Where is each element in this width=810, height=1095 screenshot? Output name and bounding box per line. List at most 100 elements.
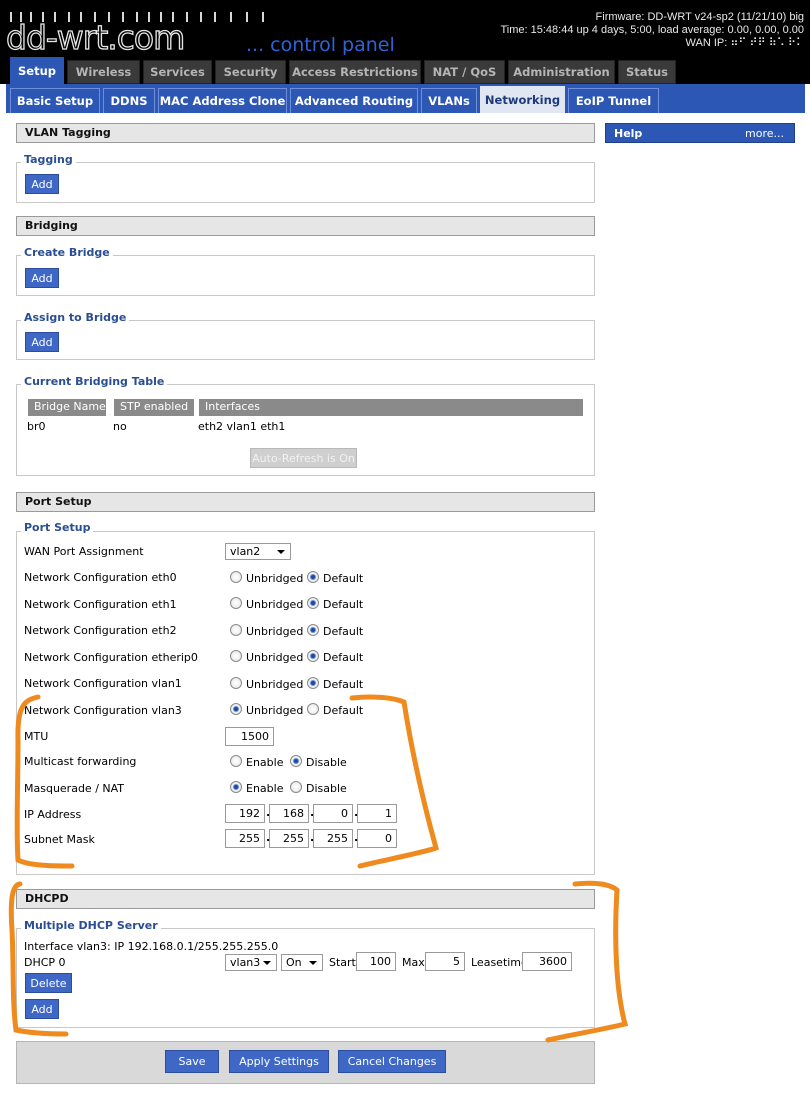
mask-octet-1-input[interactable]: 255: [225, 829, 265, 848]
subtab-networking[interactable]: Networking: [480, 86, 565, 113]
default-label: Default: [323, 651, 364, 664]
tab-access-restrictions[interactable]: Access Restrictions: [289, 60, 421, 84]
dhcpd-header: DHCPD: [16, 889, 595, 909]
mask-octet-3-input[interactable]: 255: [313, 829, 353, 848]
vlan3-default-radio[interactable]: [307, 703, 319, 715]
create-bridge-fieldset: [16, 255, 595, 296]
multicast-disable-radio[interactable]: [290, 755, 302, 767]
port-setup-header: Port Setup: [16, 492, 595, 512]
subtab-mac-address-clone[interactable]: MAC Address Clone: [158, 88, 287, 113]
subtab-advanced-routing[interactable]: Advanced Routing: [290, 88, 418, 113]
dhcp-delete-button[interactable]: Delete: [25, 973, 72, 993]
tab-setup[interactable]: Setup: [10, 57, 64, 84]
etherip0-unbridged-radio[interactable]: [230, 650, 242, 662]
create-bridge-legend: Create Bridge: [21, 246, 113, 259]
unbridged-label: Unbridged: [246, 598, 304, 611]
net-config-label: Network Configuration eth0: [24, 571, 177, 584]
etherip0-default-radio[interactable]: [307, 650, 319, 662]
port-setup-legend: Port Setup: [21, 521, 94, 534]
bridge-name-cell: br0: [27, 420, 46, 433]
dhcp-interface-select[interactable]: vlan3: [225, 954, 277, 971]
mtu-input[interactable]: 1500: [225, 727, 274, 746]
ip-octet-4-input[interactable]: 1: [357, 804, 397, 823]
mask-octet-4-input[interactable]: 0: [357, 829, 397, 848]
unbridged-label: Unbridged: [246, 572, 304, 585]
wan-ip-text: WAN IP: ⠶⠋ ⠞⠟ ⠷⠡ ⠗⠅: [685, 37, 804, 49]
col-bridge-name: Bridge Name: [28, 399, 108, 416]
wan-port-value: vlan2: [230, 545, 261, 558]
subtab-eoip-tunnel[interactable]: EoIP Tunnel: [568, 88, 659, 113]
unbridged-label: Unbridged: [246, 678, 304, 691]
eth1-default-radio[interactable]: [307, 597, 319, 609]
dhcp-start-input[interactable]: 100: [356, 952, 396, 971]
save-button[interactable]: Save: [165, 1050, 219, 1073]
wan-port-select[interactable]: vlan2: [225, 543, 291, 560]
ip-octet-3-input[interactable]: 0: [313, 804, 353, 823]
bridging-header: Bridging: [16, 216, 595, 236]
subtab-vlans[interactable]: VLANs: [421, 88, 477, 113]
masquerade-disable-radio[interactable]: [290, 781, 302, 793]
tab-wireless[interactable]: Wireless: [67, 60, 140, 84]
assign-bridge-add-button[interactable]: Add: [25, 332, 59, 352]
dhcp-max-input[interactable]: 5: [425, 952, 465, 971]
bridging-table-legend: Current Bridging Table: [21, 375, 168, 388]
uptime-text: Time: 15:48:44 up 4 days, 5:00, load ave…: [500, 24, 804, 36]
wan-port-label: WAN Port Assignment: [24, 545, 144, 558]
unbridged-label: Unbridged: [246, 704, 304, 717]
tab-status[interactable]: Status: [618, 60, 676, 84]
dhcp-max-label: Max: [402, 956, 425, 969]
tagging-add-button[interactable]: Add: [25, 174, 59, 194]
dhcp-start-label: Start: [329, 956, 356, 969]
dhcp-server-legend: Multiple DHCP Server: [21, 919, 161, 932]
chevron-down-icon: [263, 961, 271, 965]
disable-label: Disable: [306, 756, 347, 769]
apply-settings-button[interactable]: Apply Settings: [229, 1050, 329, 1073]
default-label: Default: [323, 678, 364, 691]
multicast-label: Multicast forwarding: [24, 755, 137, 768]
multicast-enable-radio[interactable]: [230, 755, 242, 767]
tab-nat-qos[interactable]: NAT / QoS: [424, 60, 505, 84]
net-config-label: Network Configuration vlan1: [24, 677, 182, 690]
tab-administration[interactable]: Administration: [508, 60, 615, 84]
ip-octet-1-input[interactable]: 192: [225, 804, 265, 823]
vlan1-unbridged-radio[interactable]: [230, 677, 242, 689]
vlan1-default-radio[interactable]: [307, 677, 319, 689]
net-config-label: Network Configuration etherip0: [24, 651, 198, 664]
col-interfaces: Interfaces: [199, 399, 583, 416]
subnet-mask-label: Subnet Mask: [24, 833, 95, 846]
help-box: Help more...: [605, 123, 795, 143]
dhcp-add-button[interactable]: Add: [25, 999, 59, 1019]
create-bridge-add-button[interactable]: Add: [25, 268, 59, 288]
eth2-unbridged-radio[interactable]: [230, 624, 242, 636]
disable-label: Disable: [306, 782, 347, 795]
ip-octet-2-input[interactable]: 168: [269, 804, 309, 823]
tab-security[interactable]: Security: [215, 60, 286, 84]
subtab-ddns[interactable]: DDNS: [103, 88, 155, 113]
firmware-text: Firmware: DD-WRT v24-sp2 (11/21/10) big: [595, 11, 804, 23]
mask-octet-2-input[interactable]: 255: [269, 829, 309, 848]
subtab-basic-setup[interactable]: Basic Setup: [10, 88, 100, 113]
chevron-down-icon: [277, 550, 285, 554]
dhcp-state-select[interactable]: On: [281, 954, 323, 971]
dhcp-leasetime-input[interactable]: 3600: [522, 952, 572, 971]
default-label: Default: [323, 598, 364, 611]
eth2-default-radio[interactable]: [307, 624, 319, 636]
vlan3-unbridged-radio[interactable]: [230, 703, 242, 715]
tab-services[interactable]: Services: [143, 60, 212, 84]
header: dd-wrt.com ... control panel Firmware: D…: [0, 0, 810, 57]
auto-refresh-button[interactable]: Auto-Refresh is On: [250, 448, 357, 468]
tagging-legend: Tagging: [21, 153, 76, 166]
dhcp-row-label: DHCP 0: [24, 956, 66, 969]
cancel-changes-button[interactable]: Cancel Changes: [338, 1050, 446, 1073]
sub-tabs: Basic Setup DDNS MAC Address Clone Advan…: [6, 84, 805, 113]
eth0-unbridged-radio[interactable]: [230, 571, 242, 583]
unbridged-label: Unbridged: [246, 625, 304, 638]
enable-label: Enable: [246, 756, 284, 769]
help-more-link[interactable]: more...: [745, 127, 784, 140]
enable-label: Enable: [246, 782, 284, 795]
net-config-label: Network Configuration vlan3: [24, 704, 182, 717]
chevron-down-icon: [309, 961, 317, 965]
eth0-default-radio[interactable]: [307, 571, 319, 583]
eth1-unbridged-radio[interactable]: [230, 597, 242, 609]
masquerade-enable-radio[interactable]: [230, 781, 242, 793]
